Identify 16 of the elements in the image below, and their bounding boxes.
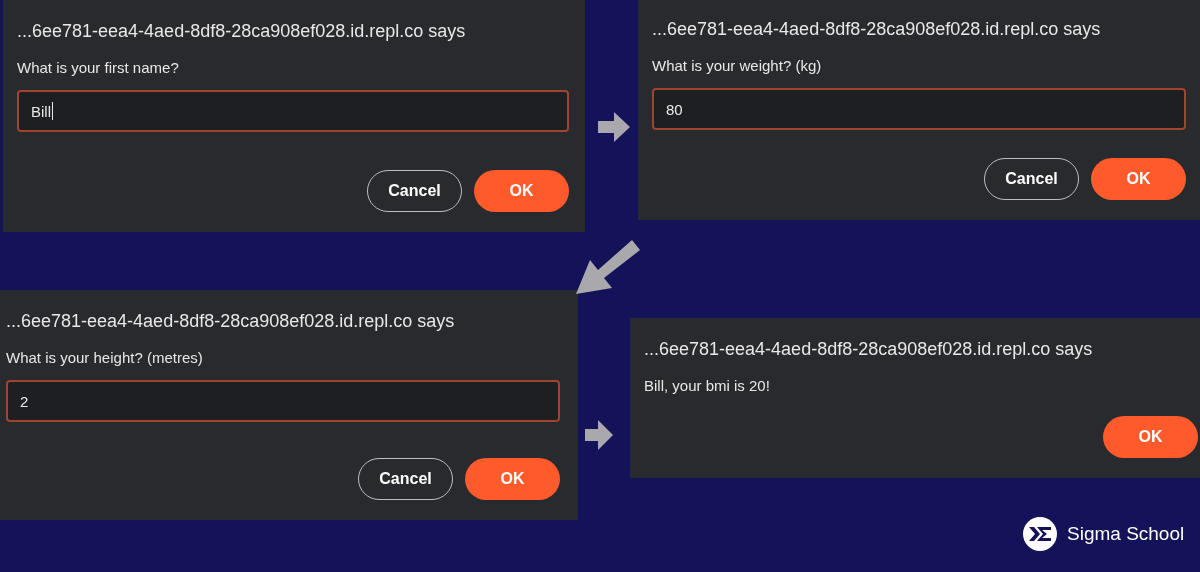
- dialog-title: ...6ee781-eea4-4aed-8df8-28ca908ef028.id.repl.co says: [644, 338, 1094, 361]
- right-arrow-icon: [585, 420, 613, 450]
- dialog-message: What is your weight? (kg): [652, 56, 823, 76]
- dialog-title: ...6ee781-eea4-4aed-8df8-28ca908ef028.id.repl.co says: [17, 20, 467, 43]
- logo-icon: [1023, 517, 1057, 551]
- dialog-title: ...6ee781-eea4-4aed-8df8-28ca908ef028.id.repl.co says: [6, 310, 456, 333]
- dialog-title: ...6ee781-eea4-4aed-8df8-28ca908ef028.id.repl.co says: [652, 18, 1102, 41]
- input-field[interactable]: Bill: [17, 90, 569, 132]
- dialog-message: What is your height? (metres): [6, 348, 204, 368]
- down-left-arrow-icon: [576, 240, 640, 294]
- input-field[interactable]: 80: [652, 88, 1186, 130]
- input-field[interactable]: 2: [6, 380, 560, 422]
- dialog-message: Bill, your bmi is 20!: [644, 376, 771, 396]
- brand-name: Sigma School: [1067, 523, 1185, 545]
- dialog-message: What is your first name?: [17, 58, 180, 78]
- right-arrow-icon: [598, 112, 630, 142]
